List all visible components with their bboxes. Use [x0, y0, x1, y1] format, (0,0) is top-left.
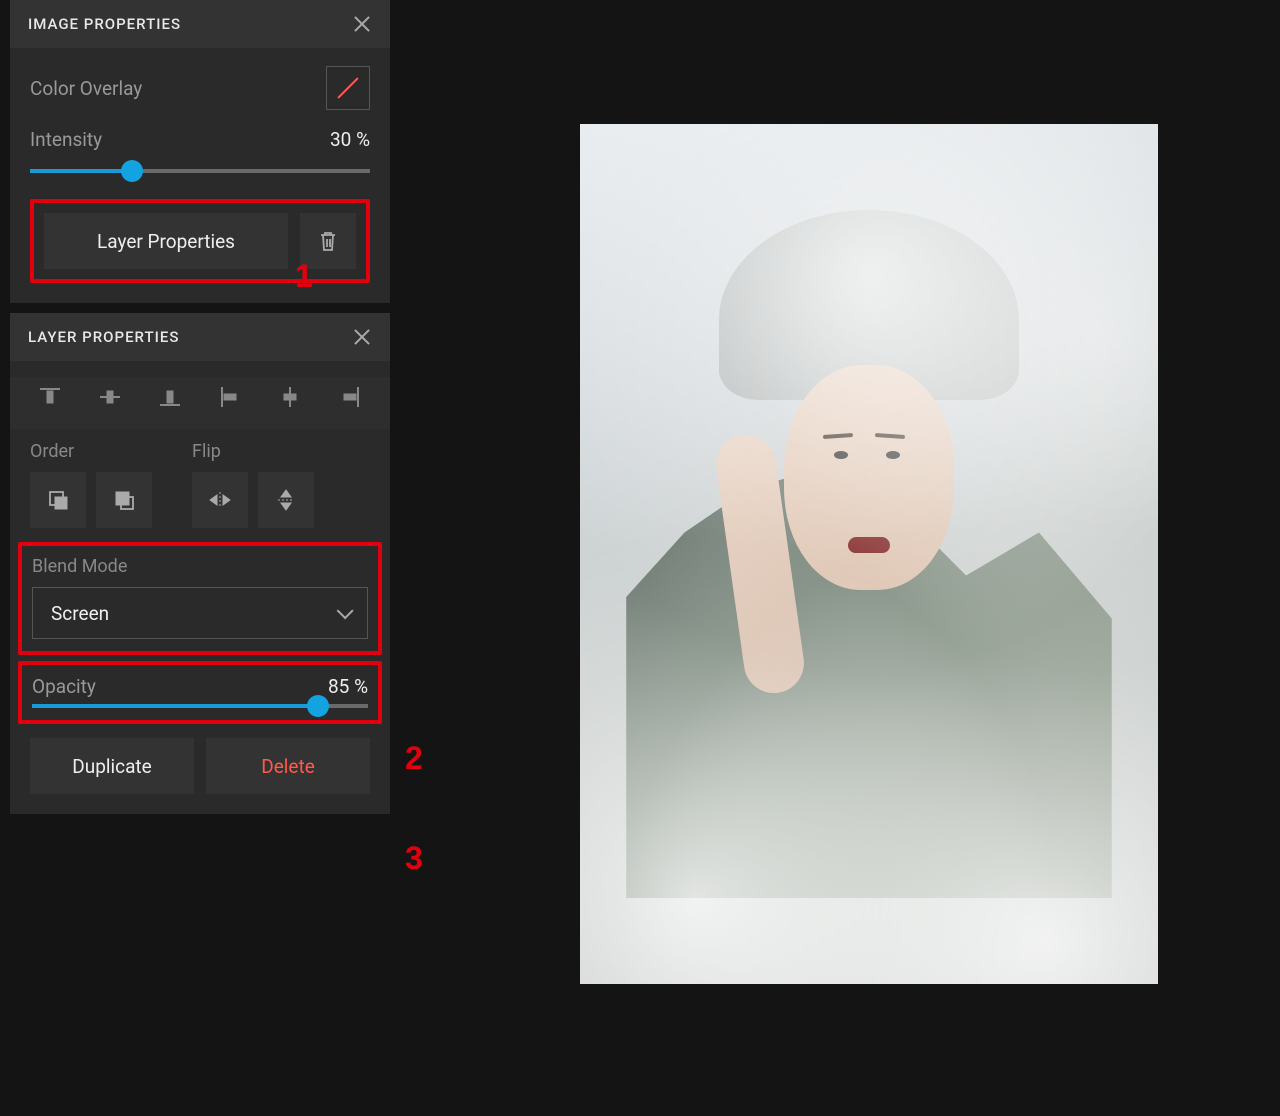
annotation-1: 1: [295, 258, 313, 295]
chevron-down-icon: [337, 602, 354, 619]
layer-properties-header: LAYER PROPERTIES: [10, 313, 390, 361]
image-properties-header: IMAGE PROPERTIES: [10, 0, 390, 48]
layer-properties-button-group: Layer Properties: [30, 199, 370, 283]
intensity-value: 30 %: [330, 128, 370, 151]
canvas-preview: [580, 124, 1158, 984]
blend-mode-section: Blend Mode Screen: [18, 542, 382, 655]
intensity-slider[interactable]: [30, 169, 370, 173]
blend-mode-label: Blend Mode: [32, 556, 368, 577]
order-label: Order: [30, 441, 152, 462]
opacity-label: Opacity: [32, 675, 96, 698]
send-backward-button[interactable]: [96, 472, 152, 528]
flip-horizontal-button[interactable]: [192, 472, 248, 528]
color-overlay-label: Color Overlay: [30, 77, 142, 100]
opacity-value: 85 %: [328, 675, 368, 698]
annotation-3: 3: [405, 840, 423, 877]
flip-vertical-button[interactable]: [258, 472, 314, 528]
intensity-label: Intensity: [30, 128, 102, 151]
layer-properties-title: LAYER PROPERTIES: [28, 328, 179, 346]
opacity-section: Opacity 85 %: [18, 661, 382, 724]
color-overlay-row: Color Overlay: [30, 66, 370, 110]
flip-label: Flip: [192, 441, 314, 462]
image-properties-title: IMAGE PROPERTIES: [28, 15, 181, 33]
intensity-row: Intensity 30 %: [30, 128, 370, 151]
opacity-slider[interactable]: [32, 704, 368, 708]
alignment-toolbar: [10, 377, 390, 429]
align-vcenter-icon[interactable]: [90, 377, 130, 417]
layer-properties-panel: LAYER PROPERTIES: [10, 313, 390, 814]
close-icon[interactable]: [352, 327, 372, 347]
blend-mode-value: Screen: [51, 602, 109, 625]
align-top-icon[interactable]: [30, 377, 70, 417]
align-hcenter-icon[interactable]: [270, 377, 310, 417]
layer-properties-button[interactable]: Layer Properties: [44, 213, 288, 269]
align-left-icon[interactable]: [210, 377, 250, 417]
color-overlay-swatch[interactable]: [326, 66, 370, 110]
close-icon[interactable]: [352, 14, 372, 34]
blend-mode-select[interactable]: Screen: [32, 587, 368, 639]
delete-button[interactable]: Delete: [206, 738, 370, 794]
align-right-icon[interactable]: [330, 377, 370, 417]
order-flip-row: Order Flip: [10, 441, 390, 542]
align-bottom-icon[interactable]: [150, 377, 190, 417]
annotation-2: 2: [405, 740, 423, 777]
image-properties-panel: IMAGE PROPERTIES Color Overlay Intensity…: [10, 0, 390, 303]
duplicate-button[interactable]: Duplicate: [30, 738, 194, 794]
bring-forward-button[interactable]: [30, 472, 86, 528]
